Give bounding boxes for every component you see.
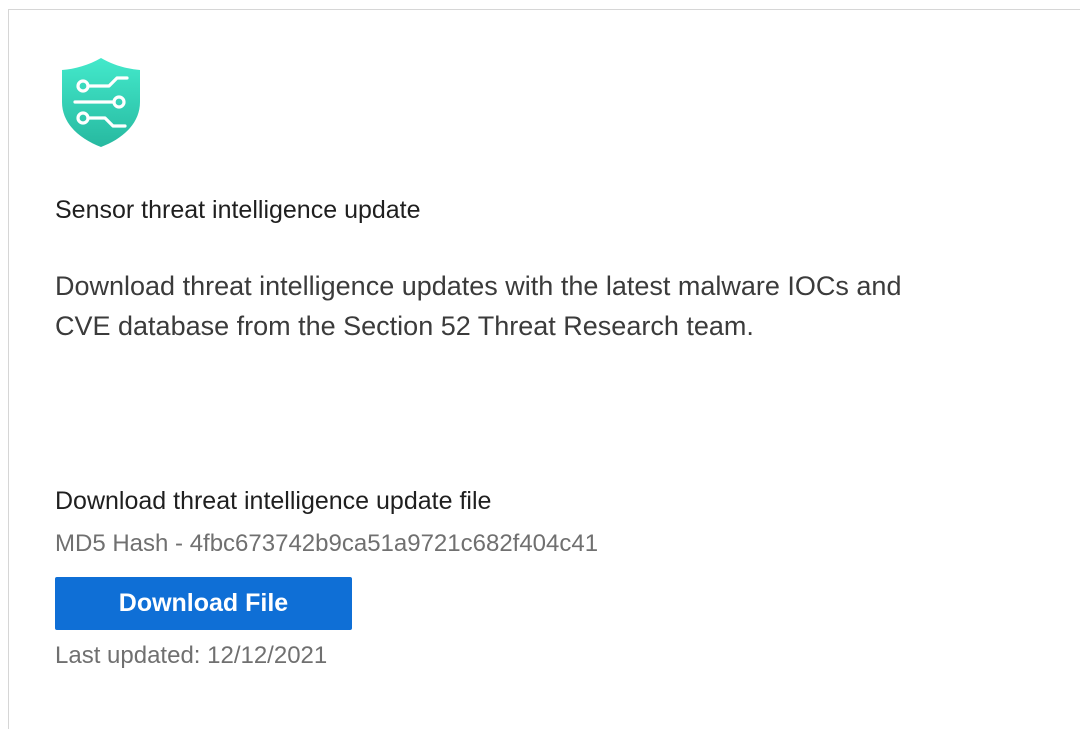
md5-hash: MD5 Hash - 4fbc673742b9ca51a9721c682f404… [55,530,599,557]
last-updated: Last updated: 12/12/2021 [55,642,328,669]
description-line: CVE database from the Section 52 Threat … [55,311,754,341]
card-description: Download threat intelligence updates wit… [55,266,1055,346]
shield-circuit-icon [53,54,149,150]
file-section-title: Download threat intelligence update file [55,487,492,515]
threat-intel-card: Sensor threat intelligence update Downlo… [8,9,1080,729]
card-title: Sensor threat intelligence update [55,196,421,224]
download-file-button[interactable]: Download File [55,577,352,630]
description-line: Download threat intelligence updates wit… [55,271,902,301]
